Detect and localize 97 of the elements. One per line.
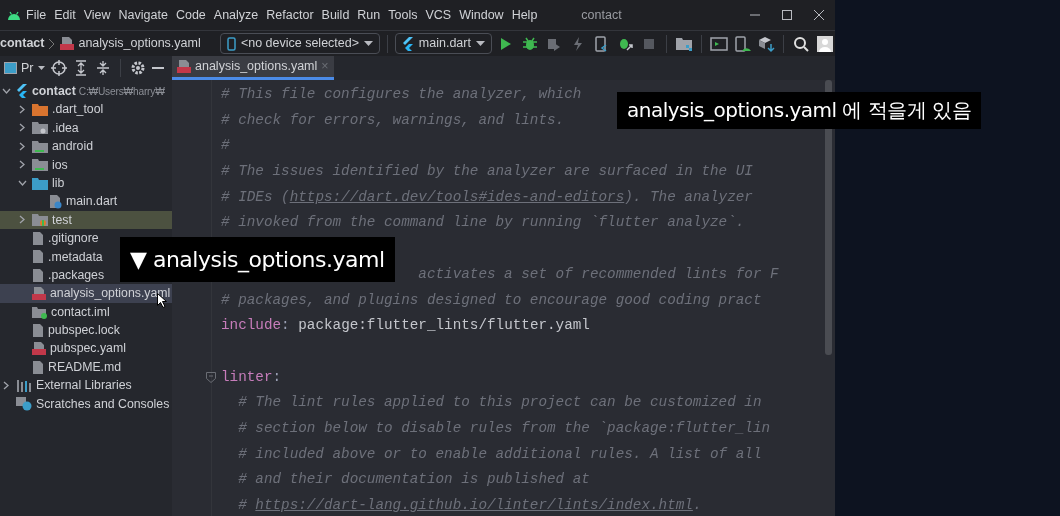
code-line: # check for errors, warnings, and lints. [220,110,565,130]
menu-item[interactable]: Run [353,5,385,25]
menu-item[interactable]: VCS [421,5,456,25]
menu-item[interactable]: Window [455,5,508,25]
tree-item[interactable]: pubspec.lock [0,321,120,340]
tree-item[interactable]: pubspec.yaml [0,339,126,358]
folder-icon [32,103,48,117]
subtitle-caption: ▼ analysis_options.yaml [120,237,395,282]
code-line: # The lint rules applied to this project can be customized in [237,393,762,413]
flutter-icon [401,36,414,51]
fold-icon[interactable] [206,371,216,383]
path-text: C:₩Users₩harry₩ [78,84,165,99]
subtitle-caption: analysis_options.yaml 에 적을게 있음 [617,92,982,129]
window-title: contact [581,6,622,24]
chevron-down-icon[interactable] [17,178,27,188]
menu-item[interactable]: Build [317,5,354,25]
tree-item[interactable]: .dart_tool [0,100,104,119]
flutter-icon [16,84,28,99]
menu-item[interactable]: File [22,5,51,25]
caret-icon [37,66,45,70]
tree-item[interactable]: analysis_options.yaml [0,284,172,303]
settings-icon[interactable] [129,60,146,76]
file-icon [32,322,44,338]
breadcrumb-item[interactable]: analysis_options.yaml [78,34,201,53]
code-line: # included above or to enable additional rules. A list of all [237,444,762,464]
folder-icon [32,213,48,227]
menu-item[interactable]: Analyze [209,5,263,25]
project-view-dropdown[interactable]: Pr [4,58,45,78]
file-icon [32,230,44,246]
panel-icon [4,62,17,74]
device-dropdown[interactable]: <no device selected> [219,33,381,54]
tree-item[interactable]: .metadata [0,247,103,266]
menu-item[interactable]: Navigate [114,5,172,25]
code-line: # packages, and plugins designed to encourage good coding pract [220,290,762,310]
tree-item[interactable]: Scratches and Consoles [0,394,170,414]
file-icon [32,359,44,375]
scratches-icon [16,396,32,412]
tree-item[interactable]: .gitignore [0,229,99,248]
avatar-icon[interactable] [815,34,834,53]
terminal-window-icon[interactable] [709,34,728,53]
folder-icon [32,158,48,172]
folder-icon [32,121,48,135]
tree-item[interactable]: android [0,137,94,156]
code-line: # section below to disable rules from the `package:flutter_lin [237,418,771,438]
yaml-file-icon [32,286,46,301]
menu-item[interactable]: Edit [50,5,80,25]
chevron-right-icon[interactable] [17,215,27,225]
file-icon [32,267,44,283]
library-icon [16,378,32,392]
folder-icon [32,139,48,153]
collapse-all-icon[interactable] [94,60,111,76]
android-icon [6,9,22,21]
phone-icon [226,36,236,51]
menu-item[interactable]: Help [507,5,542,25]
code-line: # This file configures the analyzer, which [220,85,582,104]
yaml-file-icon [60,36,75,51]
hide-icon[interactable] [151,66,164,70]
code-line: # [220,136,230,156]
yaml-file-icon [32,341,46,357]
breadcrumb-item[interactable]: contact [0,34,45,53]
chevron-right-icon[interactable] [1,380,11,390]
tree-item[interactable]: README.md [0,357,122,377]
code-line: # and their documentation is published at [237,470,590,490]
tree-item[interactable]: .idea [0,118,79,138]
caret-icon [364,41,374,46]
chevron-down-icon[interactable] [1,86,11,96]
device-manager-icon[interactable] [733,34,752,53]
chevron-icon [48,37,57,50]
code-line: # invoked from the command line by running `flutter analyze`. [220,213,745,233]
yaml-file-icon [177,59,191,74]
menu-item[interactable]: View [79,5,115,25]
dart-file-icon [48,194,62,210]
search-icon[interactable] [792,34,811,53]
menu-item[interactable]: Refactor [262,5,318,25]
editor-tab[interactable]: analysis_options.yaml × [172,56,334,80]
tree-item[interactable]: .packages [0,265,105,285]
tree-item[interactable]: contact.iml [0,302,110,322]
menu-item[interactable]: Code [171,5,210,25]
folder-icon [32,176,48,190]
code-line: # https://dart-lang.github.io/linter/lints/index.html. [212,493,702,516]
tree-item[interactable]: main.dart [0,192,118,211]
file-icon [32,249,44,265]
code-line: # The issues identified by the analyzer are surfaced in the UI [220,162,753,182]
module-file-icon [32,304,47,319]
tree-item[interactable]: External Libraries [0,376,132,395]
sdk-download-icon[interactable] [757,34,776,53]
target-icon[interactable] [50,60,67,76]
code-line: # IDEs (https://dart.dev/tools#ides-and-editors). The analyzer [212,184,753,211]
code-line: include: package:flutter_lints/flutter.yaml [220,316,590,336]
tree-item[interactable]: lib [0,173,65,193]
tree-item[interactable]: test [0,210,172,230]
menu-item[interactable]: Tools [384,5,422,25]
code-line: linter: [220,367,282,387]
tree-item[interactable]: contact C:₩Users₩harry₩ [0,82,165,101]
run-config-dropdown[interactable]: main.dart [394,33,492,54]
caret-icon [475,41,485,46]
tree-item[interactable]: ios [0,155,68,174]
